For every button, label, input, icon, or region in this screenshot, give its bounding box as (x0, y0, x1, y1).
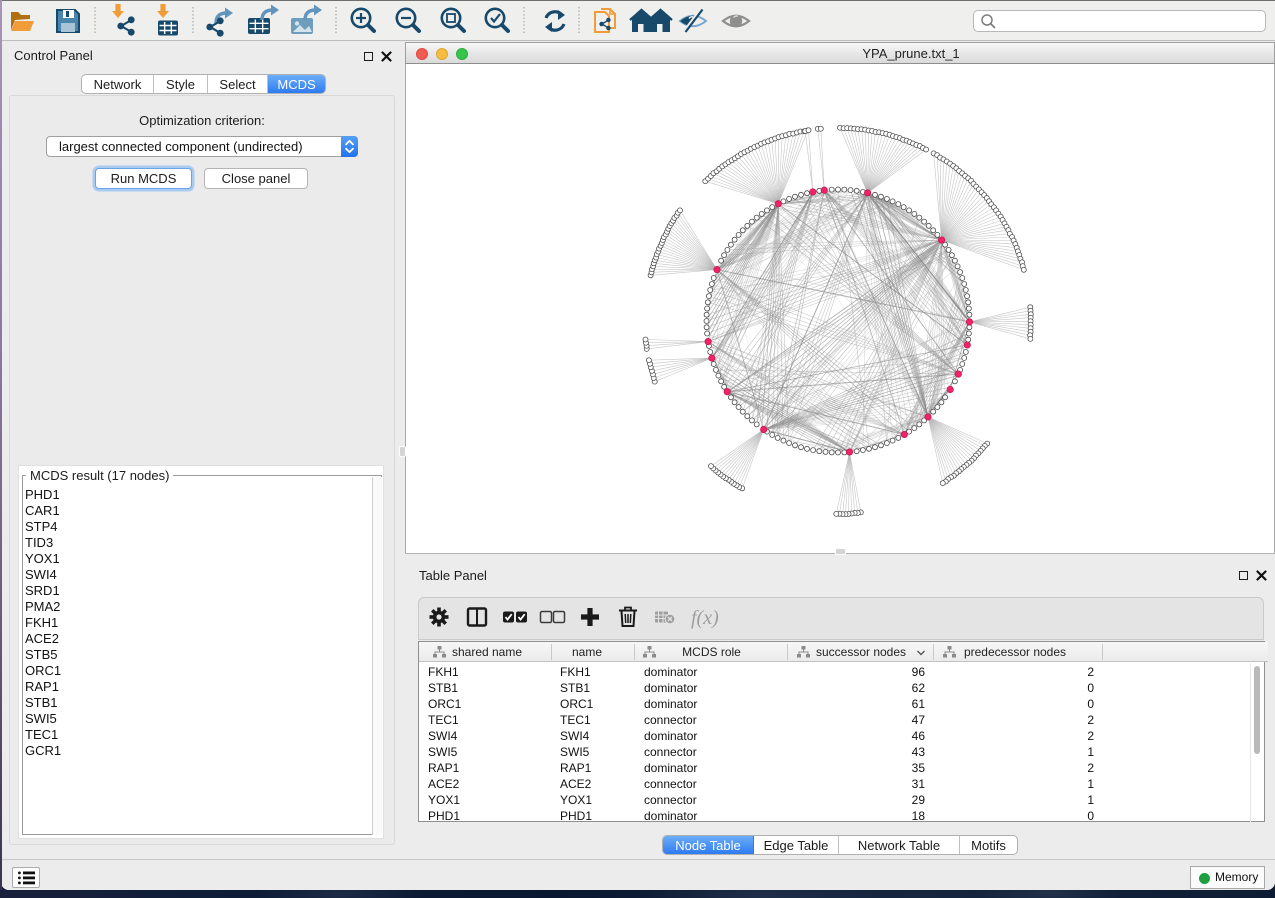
svg-text:f(x): f(x) (691, 607, 719, 629)
